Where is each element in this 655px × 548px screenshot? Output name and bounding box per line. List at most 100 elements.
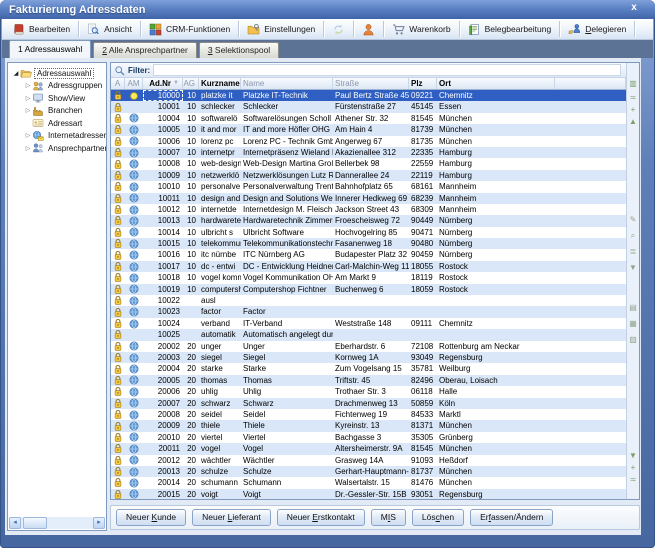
table-row[interactable]: 1001810vogel kommVogel Kommunikation OHG…: [111, 272, 626, 283]
scrollbar-thumb[interactable]: [23, 517, 47, 529]
button-mis[interactable]: MIS: [371, 509, 406, 526]
scroll-left-icon[interactable]: ◂: [9, 517, 21, 529]
scroll-right-icon[interactable]: ▸: [93, 517, 105, 529]
table-row[interactable]: 2000220ungerUngerEberhardstr. 672108Rott…: [111, 341, 626, 352]
rows-icon[interactable]: ≣: [627, 247, 639, 257]
table-row[interactable]: 1001410ulbricht sUlbricht SoftwareHochvo…: [111, 227, 626, 238]
jump-end-icon[interactable]: ≍: [627, 475, 639, 485]
column-header-ag[interactable]: AG: [183, 78, 199, 89]
collapsed-arrow-icon[interactable]: ▷: [24, 95, 32, 102]
button-neuer-lieferant[interactable]: Neuer Lieferant: [192, 509, 271, 526]
toolbar-button-belegbearbeitung[interactable]: Belegbearbeitung: [461, 19, 559, 39]
toolbar-button-bearbeiten[interactable]: Bearbeiten: [5, 19, 77, 39]
table-row[interactable]: 10025automatikAutomatisch angelegt durch…: [111, 329, 626, 340]
table-row[interactable]: 1000110schleckerSchleckerFürstenstraße 2…: [111, 101, 626, 112]
collapsed-arrow-icon[interactable]: ▷: [24, 107, 32, 114]
button-neuer-kunde[interactable]: Neuer Kunde: [116, 509, 186, 526]
table-row[interactable]: 2000320siegelSiegelKornweg 1A93049Regens…: [111, 352, 626, 363]
table-row[interactable]: 10022ausl: [111, 295, 626, 306]
toolbar-separator: [353, 21, 354, 37]
table-row[interactable]: 2001520voigtVoigtDr.-Gessler-Str. 15B930…: [111, 489, 626, 499]
table-row[interactable]: 1001110design andDesign and Solutions We…: [111, 193, 626, 204]
collapsed-arrow-icon[interactable]: ▷: [24, 82, 32, 89]
column-header-label: A: [115, 78, 120, 89]
table-row[interactable]: 2001420schumannSchumannWalsertalstr. 158…: [111, 477, 626, 488]
table-row[interactable]: 2001320schulzeSchulzeGerhart-Hauptmann-R…: [111, 466, 626, 477]
toolbar-button-ansicht[interactable]: Ansicht: [80, 19, 139, 39]
table-row[interactable]: 1001310hardwareteHardwaretechnik Zimmerm…: [111, 215, 626, 226]
toolbar-button-crm-funktionen[interactable]: CRM-Funktionen: [142, 19, 237, 39]
table-row[interactable]: 2000620uhligUhligTrothaer Str. 306118Hal…: [111, 386, 626, 397]
table-row[interactable]: 1001010personalvePersonalverwaltung Tren…: [111, 181, 626, 192]
tree-item-adressgruppen[interactable]: ▷Adressgruppen: [10, 80, 106, 93]
column-header-ort[interactable]: Ort: [437, 78, 555, 89]
tab-3-selektionspool[interactable]: 3 Selektionspool: [199, 42, 279, 58]
table-row[interactable]: 2000520thomasThomasTriftstr. 4582496Ober…: [111, 375, 626, 386]
layout-icon[interactable]: ▤: [627, 303, 639, 313]
add-row-icon[interactable]: +: [627, 105, 639, 115]
button-neuer-erstkontakt[interactable]: Neuer Erstkontakt: [277, 509, 365, 526]
tree-item-showview[interactable]: ▷ShowView: [10, 92, 106, 105]
filter-funnel-icon[interactable]: ▼: [627, 263, 639, 273]
toolbar-button-warenkorb[interactable]: Warenkorb: [385, 19, 457, 39]
table-row[interactable]: 1000710internetprInternetpräsenz Wieland…: [111, 147, 626, 158]
add-icon[interactable]: +: [627, 463, 639, 473]
table-row[interactable]: 1001610itc nürnbeITC Nürnberg AGBudapest…: [111, 249, 626, 260]
cell-plz: 18055: [409, 261, 437, 272]
tree-item-adressart[interactable]: Adressart: [10, 117, 106, 130]
report-icon[interactable]: ▧: [627, 335, 639, 345]
table-row[interactable]: 1000810web-designWeb-Design Martina Groß…: [111, 158, 626, 169]
grid-view-icon[interactable]: ▦: [627, 319, 639, 329]
cell-lock: [111, 249, 125, 260]
tree-item-adressauswahl[interactable]: ◢Adressauswahl: [10, 67, 106, 80]
zoom-icon[interactable]: ⌕: [627, 231, 639, 241]
expanded-arrow-icon[interactable]: ◢: [12, 70, 20, 77]
table-row[interactable]: 2001020viertelViertelBachgasse 335305Grü…: [111, 432, 626, 443]
table-row[interactable]: 10023factorFactor: [111, 306, 626, 317]
table-row[interactable]: 1000410softwarelöSoftwarelösungen Scholl…: [111, 113, 626, 124]
tab-1-adressauswahl[interactable]: 1 Adressauswahl: [9, 40, 91, 58]
table-row[interactable]: 1001910computershComputershop FichtnerBu…: [111, 284, 626, 295]
table-row[interactable]: 1000610lorenz pcLorenz PC - Technik GmbH…: [111, 136, 626, 147]
table-row[interactable]: 10024verbandIT-VerbandWeststraße 1480911…: [111, 318, 626, 329]
tree-item-ansprechpartner[interactable]: ▷Ansprechpartner: [10, 142, 106, 155]
button-erfassen-ändern[interactable]: Erfassen/Ändern: [470, 509, 553, 526]
scroll-down-icon[interactable]: ▼: [627, 451, 639, 461]
table-row[interactable]: 1001710dc - entwiDC - Entwicklung Heidne…: [111, 261, 626, 272]
column-header-am[interactable]: AM: [125, 78, 143, 89]
table-row[interactable]: 2000820seidelSeidelFichtenweg 1984533Mar…: [111, 409, 626, 420]
button-löschen[interactable]: Löschen: [412, 509, 464, 526]
table-row[interactable]: 1001210internetdeInternetdesign M. Fleis…: [111, 204, 626, 215]
toolbar-button-aktualisieren[interactable]: [325, 19, 352, 39]
column-chooser-icon[interactable]: ▥: [627, 79, 639, 89]
edit-pencil-icon[interactable]: ✎: [627, 215, 639, 225]
column-header-plz[interactable]: Plz: [409, 78, 437, 89]
tree-item-branchen[interactable]: ▷Branchen: [10, 105, 106, 118]
tree-horizontal-scrollbar[interactable]: ◂ ▸: [9, 517, 105, 529]
toolbar-button-benutzer[interactable]: [355, 19, 382, 39]
toolbar-button-einstellungen[interactable]: Einstellungen: [240, 19, 322, 39]
column-header-strasse[interactable]: Straße: [333, 78, 409, 89]
column-header-name[interactable]: Name: [241, 78, 333, 89]
table-row[interactable]: 1000510it and morIT and more Höfler OHGA…: [111, 124, 626, 135]
column-header-kurzname[interactable]: Kurzname: [199, 78, 241, 89]
table-row[interactable]: 2000920thieleThieleKyreinstr. 1381371Mün…: [111, 420, 626, 431]
column-header-lock[interactable]: A: [111, 78, 125, 89]
table-row[interactable]: 1001510telekommunTelekommunikationstechn…: [111, 238, 626, 249]
column-header-adnr[interactable]: Ad.Nr▼: [143, 78, 183, 89]
toolbar-button-delegieren[interactable]: Delegieren: [561, 19, 633, 39]
scroll-top-icon[interactable]: ≍: [627, 93, 639, 103]
table-row[interactable]: 2000420starkeStarkeZum Vogelsang 1535781…: [111, 363, 626, 374]
scroll-up-icon[interactable]: ▲: [627, 117, 639, 127]
table-row[interactable]: 1000910netzwerklöNetzwerklösungen Lutz R…: [111, 170, 626, 181]
table-row[interactable]: 1000010platzke itPlatzke IT-TechnikPaul …: [111, 90, 626, 101]
filter-input[interactable]: [153, 64, 621, 76]
table-row[interactable]: 2001120vogelVogelAltersheimerstr. 9A8154…: [111, 443, 626, 454]
close-icon[interactable]: x: [627, 1, 641, 15]
table-row[interactable]: 2000720schwarzSchwarzDrachmenweg 1350859…: [111, 398, 626, 409]
collapsed-arrow-icon[interactable]: ▷: [24, 145, 32, 152]
table-row[interactable]: 2001220wächtlerWächtlerGrasweg 14A91093H…: [111, 455, 626, 466]
tree-item-internetadressen[interactable]: ▷Internetadressen: [10, 130, 106, 143]
tab-2-alle-ansprechpartner[interactable]: 2 Alle Ansprechpartner: [93, 42, 197, 58]
collapsed-arrow-icon[interactable]: ▷: [24, 132, 32, 139]
